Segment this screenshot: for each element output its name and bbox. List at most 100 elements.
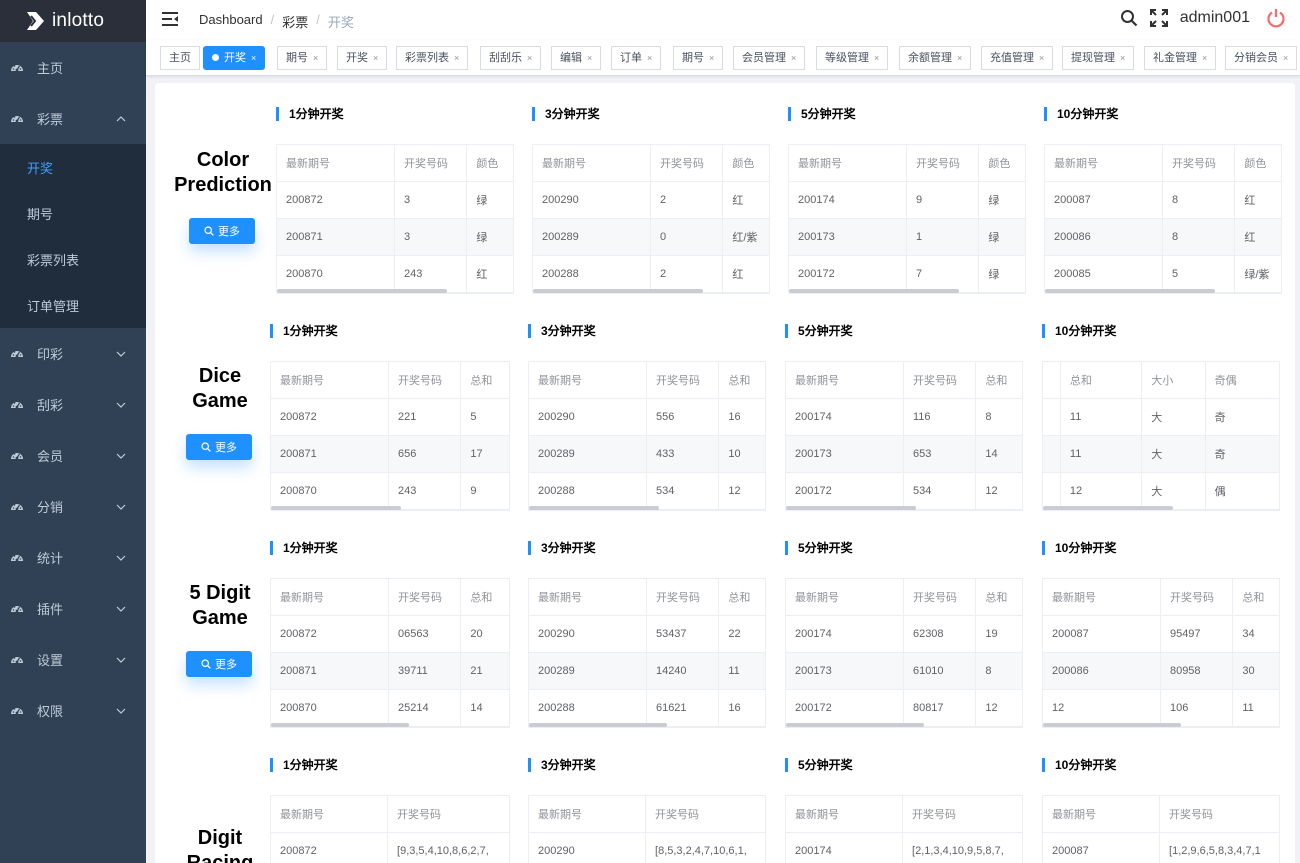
table-row[interactable]: 200871 3 绿	[277, 219, 513, 256]
close-icon[interactable]: ×	[373, 53, 378, 63]
horizontal-scrollbar[interactable]	[271, 723, 409, 727]
tag-item[interactable]: 开奖 ×	[203, 46, 266, 70]
horizontal-scrollbar[interactable]	[529, 723, 667, 727]
table-row[interactable]: 200086 8 红	[1045, 219, 1281, 256]
table-row[interactable]: 200872 3 绿	[277, 182, 513, 219]
table-row[interactable]: 200870 243 红	[277, 256, 513, 293]
sidebar-subitem[interactable]: 订单管理	[0, 282, 146, 328]
horizontal-scrollbar[interactable]	[789, 289, 959, 293]
table-row[interactable]: 200174 9 绿	[789, 182, 1025, 219]
table-row[interactable]: 200085 5 绿/紫	[1045, 256, 1281, 293]
table-row[interactable]: 200087 [1,2,9,6,5,8,3,4,7,1	[1043, 833, 1279, 863]
sidebar-item[interactable]: 分销	[0, 481, 146, 532]
hamburger-icon[interactable]	[162, 12, 178, 26]
tag-item[interactable]: 分销会员 ×	[1225, 46, 1298, 70]
table-row[interactable]: 200173 653 14	[786, 436, 1022, 473]
table-row[interactable]: 200172 534 12	[786, 473, 1022, 510]
table-row[interactable]: 200172 7 绿	[789, 256, 1025, 293]
table-row[interactable]: 200290 53437 22	[529, 616, 765, 653]
table-row[interactable]: 200174 [2,1,3,4,10,9,5,8,7,	[786, 833, 1022, 863]
horizontal-scrollbar[interactable]	[786, 506, 916, 510]
sidebar-item[interactable]: 插件	[0, 583, 146, 634]
horizontal-scrollbar[interactable]	[1043, 506, 1173, 510]
tag-item[interactable]: 等级管理 ×	[816, 46, 889, 70]
sidebar-item[interactable]: 彩票	[0, 93, 146, 144]
username[interactable]: admin001	[1180, 9, 1250, 27]
table-row[interactable]: 200289 433 10	[529, 436, 765, 473]
table-row[interactable]: 200288 534 12	[529, 473, 765, 510]
more-button[interactable]: 更多	[189, 218, 255, 244]
close-icon[interactable]: ×	[957, 53, 962, 63]
table-row[interactable]: 200173 1 绿	[789, 219, 1025, 256]
table-row[interactable]: 200172 80817 12	[786, 690, 1022, 727]
tag-item[interactable]: 编辑 ×	[551, 46, 602, 70]
table-row[interactable]: 11 大奇	[1043, 399, 1279, 436]
tag-item[interactable]: 开奖 ×	[337, 46, 388, 70]
sidebar-item[interactable]: 主页	[0, 42, 146, 93]
horizontal-scrollbar[interactable]	[1043, 723, 1181, 727]
table-row[interactable]: 200870 243 9	[271, 473, 509, 510]
horizontal-scrollbar[interactable]	[271, 506, 401, 510]
tag-item[interactable]: 礼金管理 ×	[1144, 46, 1217, 70]
table-row[interactable]: 200174 62308 19	[786, 616, 1022, 653]
horizontal-scrollbar[interactable]	[277, 289, 447, 293]
table-row[interactable]: 200872 221 5	[271, 399, 509, 436]
logo[interactable]: inlotto	[0, 0, 146, 42]
search-icon[interactable]	[1120, 9, 1138, 27]
table-row[interactable]: 200290 [8,5,3,2,4,7,10,6,1,	[529, 833, 765, 863]
close-icon[interactable]: ×	[454, 53, 459, 63]
close-icon[interactable]: ×	[1283, 53, 1288, 63]
tag-item[interactable]: 彩票列表 ×	[396, 46, 469, 70]
close-icon[interactable]: ×	[527, 53, 532, 63]
sidebar-item[interactable]: 印彩	[0, 328, 146, 379]
breadcrumb-item-lottery[interactable]: 彩票	[282, 12, 308, 31]
fullscreen-icon[interactable]	[1149, 9, 1168, 27]
close-icon[interactable]: ×	[874, 53, 879, 63]
horizontal-scrollbar[interactable]	[1045, 289, 1215, 293]
table-row[interactable]: 200871 39711 21	[271, 653, 509, 690]
close-icon[interactable]: ×	[251, 53, 256, 63]
table-row[interactable]: 200289 0 红/紫	[533, 219, 769, 256]
horizontal-scrollbar[interactable]	[786, 723, 924, 727]
tag-item[interactable]: 订单 ×	[611, 46, 662, 70]
horizontal-scrollbar[interactable]	[529, 506, 659, 510]
table-row[interactable]: 12 大偶	[1043, 473, 1279, 510]
sidebar-subitem[interactable]: 期号	[0, 190, 146, 236]
table-row[interactable]: 200872 06563 20	[271, 616, 509, 653]
table-row[interactable]: 200288 61621 16	[529, 690, 765, 727]
table-row[interactable]: 200174 116 8	[786, 399, 1022, 436]
close-icon[interactable]: ×	[1120, 53, 1125, 63]
sidebar-subitem[interactable]: 开奖	[0, 144, 146, 190]
table-row[interactable]: 200289 14240 11	[529, 653, 765, 690]
tag-item[interactable]: 刮刮乐 ×	[480, 46, 542, 70]
close-icon[interactable]: ×	[1202, 53, 1207, 63]
close-icon[interactable]: ×	[791, 53, 796, 63]
tag-item[interactable]: 充值管理 ×	[981, 46, 1054, 70]
tag-item[interactable]: 余额管理 ×	[899, 46, 972, 70]
sidebar-item[interactable]: 会员	[0, 430, 146, 481]
sidebar-item[interactable]: 权限	[0, 685, 146, 736]
tag-item[interactable]: 期号 ×	[277, 46, 328, 70]
sidebar-item[interactable]: 刮彩	[0, 379, 146, 430]
tag-item[interactable]: 主页	[160, 46, 200, 70]
table-row[interactable]: 200087 95497 34	[1043, 616, 1279, 653]
horizontal-scrollbar[interactable]	[533, 289, 703, 293]
more-button[interactable]: 更多	[186, 651, 252, 677]
close-icon[interactable]: ×	[313, 53, 318, 63]
breadcrumb-item-dashboard[interactable]: Dashboard	[199, 12, 263, 31]
close-icon[interactable]: ×	[1039, 53, 1044, 63]
tag-item[interactable]: 提现管理 ×	[1062, 46, 1135, 70]
sidebar-subitem[interactable]: 彩票列表	[0, 236, 146, 282]
table-row[interactable]: 12 106 11	[1043, 690, 1279, 727]
close-icon[interactable]: ×	[709, 53, 714, 63]
tag-item[interactable]: 会员管理 ×	[733, 46, 806, 70]
table-row[interactable]: 200087 8 红	[1045, 182, 1281, 219]
sidebar-item[interactable]: 统计	[0, 532, 146, 583]
table-row[interactable]: 200173 61010 8	[786, 653, 1022, 690]
table-row[interactable]: 200290 556 16	[529, 399, 765, 436]
close-icon[interactable]: ×	[647, 53, 652, 63]
sidebar-item[interactable]: 设置	[0, 634, 146, 685]
close-icon[interactable]: ×	[587, 53, 592, 63]
table-row[interactable]: 200871 656 17	[271, 436, 509, 473]
table-row[interactable]: 11 大奇	[1043, 436, 1279, 473]
